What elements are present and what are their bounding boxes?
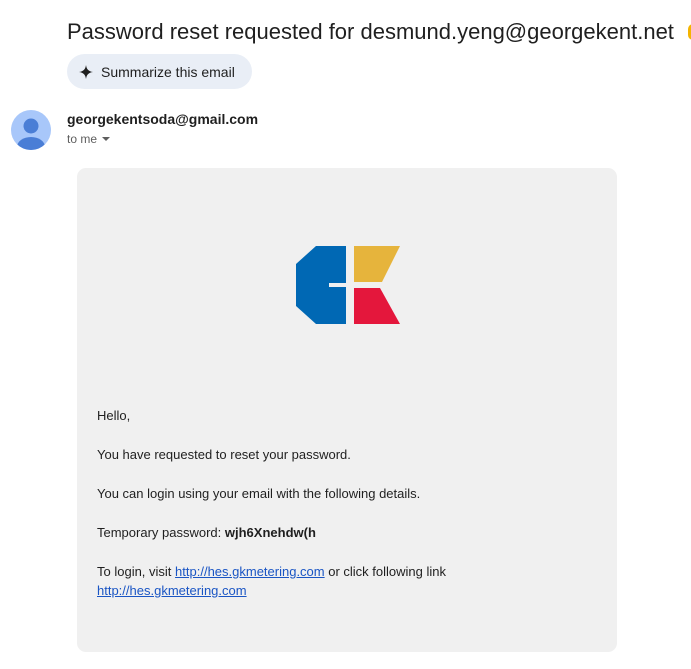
login-prefix-text: To login, visit: [97, 564, 176, 579]
summarize-button[interactable]: Summarize this email: [67, 54, 252, 89]
sparkle-icon: [79, 64, 93, 79]
person-icon: [17, 118, 45, 150]
login-middle-text: or click following link: [324, 564, 446, 579]
reset-request-text: You have requested to reset your passwor…: [97, 447, 351, 462]
greeting-text: Hello,: [97, 408, 131, 423]
password-value: wjh6Xnehdw(h: [224, 525, 316, 540]
avatar[interactable]: [11, 110, 51, 150]
email-subject: Password reset requested for desmund.yen…: [67, 19, 674, 44]
company-logo: [296, 246, 400, 324]
temporary-password-line: Temporary password: wjh6Xnehdw(h: [97, 523, 316, 542]
login-details-text: You can login using your email with the …: [97, 486, 421, 501]
summarize-label: Summarize this email: [101, 63, 235, 80]
chevron-down-icon: [102, 137, 111, 141]
email-body-card: Hello, You have requested to reset your …: [77, 168, 617, 652]
password-label: Temporary password:: [97, 525, 225, 540]
recipient-label: to me: [67, 132, 98, 146]
sender-email[interactable]: georgekentsoda@gmail.com: [67, 111, 258, 127]
login-link[interactable]: http://hes.gkmetering.com: [175, 564, 325, 579]
login-instructions: To login, visit http://hes.gkmetering.co…: [97, 562, 446, 600]
login-link-secondary[interactable]: http://hes.gkmetering.com: [97, 583, 247, 598]
recipient-dropdown[interactable]: to me: [67, 132, 111, 146]
